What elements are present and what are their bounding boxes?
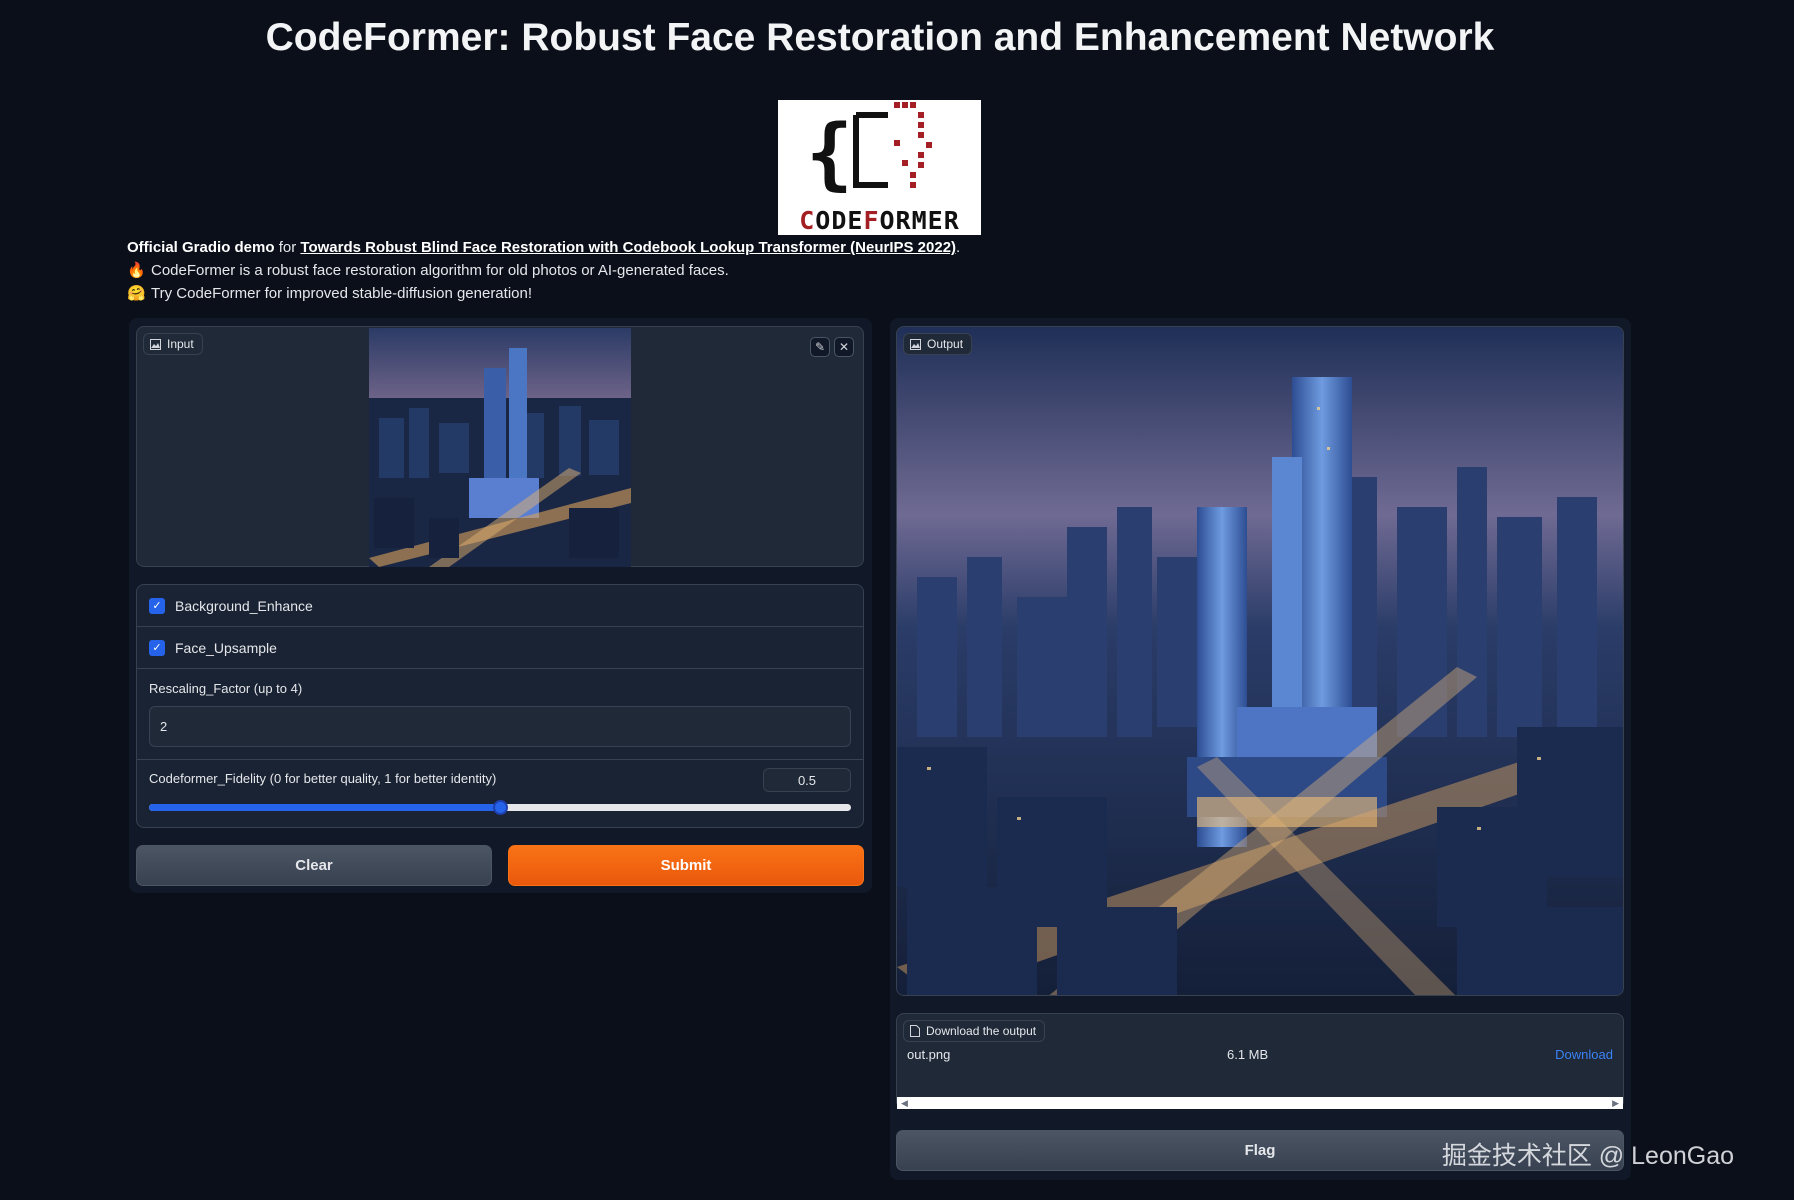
codeformer-logo: { CODEFORMER: [778, 100, 981, 235]
image-icon: [910, 338, 921, 350]
face-upsample-row[interactable]: ✓ Face_Upsample: [137, 627, 863, 669]
download-panel: Download the output out.png 6.1 MB Downl…: [896, 1013, 1624, 1109]
fidelity-slider-thumb[interactable]: [493, 800, 508, 815]
options-panel: ✓ Background_Enhance ✓ Face_Upsample Res…: [136, 584, 864, 828]
download-filesize: 6.1 MB: [1227, 1047, 1269, 1062]
hugging-face-icon: 🤗: [127, 285, 146, 302]
scroll-left-icon[interactable]: ◀: [901, 1098, 908, 1109]
logo-graphic: {: [806, 102, 932, 199]
paper-link[interactable]: Towards Robust Blind Face Restoration wi…: [300, 239, 956, 256]
fidelity-value-input[interactable]: 0.5: [763, 768, 851, 792]
scroll-right-icon[interactable]: ▶: [1612, 1098, 1619, 1109]
rescaling-factor-input[interactable]: 2: [149, 706, 851, 747]
output-label-badge: Output: [903, 333, 973, 355]
edit-icon[interactable]: ✎: [810, 337, 830, 357]
image-icon: [150, 338, 161, 350]
fidelity-label: Codeformer_Fidelity (0 for better qualit…: [149, 771, 497, 786]
description-line-2: 🔥 CodeFormer is a robust face restoration…: [127, 259, 960, 282]
download-filename: out.png: [907, 1047, 951, 1062]
fire-icon: 🔥: [127, 262, 146, 279]
output-image: [897, 327, 1623, 995]
fidelity-slider[interactable]: [149, 800, 851, 815]
download-link[interactable]: Download: [1555, 1047, 1613, 1062]
file-icon: [910, 1025, 920, 1037]
submit-button[interactable]: Submit: [508, 845, 864, 886]
output-image-panel: Output: [896, 326, 1624, 996]
rescaling-factor-label: Rescaling_Factor (up to 4): [149, 681, 303, 696]
svg-text:{: {: [806, 109, 853, 199]
background-enhance-checkbox[interactable]: ✓: [149, 597, 165, 614]
horizontal-scrollbar[interactable]: ◀ ▶: [897, 1097, 1623, 1109]
description-line-3: 🤗 Try CodeFormer for improved stable-diff…: [127, 282, 960, 305]
download-label-badge: Download the output: [903, 1020, 1046, 1042]
input-image: [369, 328, 631, 567]
close-icon[interactable]: ✕: [834, 337, 854, 357]
watermark: 掘金技术社区 @ LeonGao: [1441, 1142, 1734, 1170]
input-column: Input ✎ ✕ ✓ Background_Enhance ✓ Face_Up…: [129, 318, 872, 893]
clear-button[interactable]: Clear: [136, 845, 492, 886]
input-image-panel[interactable]: Input ✎ ✕: [136, 326, 864, 567]
fidelity-slider-fill: [149, 804, 500, 811]
output-column: Output Download the output out.png 6.1 M…: [890, 318, 1631, 1180]
background-enhance-row[interactable]: ✓ Background_Enhance: [137, 585, 863, 627]
logo-text: CODEFORMER: [799, 206, 960, 235]
face-upsample-checkbox[interactable]: ✓: [149, 639, 165, 656]
input-label-badge: Input: [143, 333, 203, 355]
description-line-1: Official Gradio demo for Towards Robust …: [127, 239, 961, 256]
page-title: CodeFormer: Robust Face Restoration and …: [265, 16, 1495, 59]
description: Official Gradio demo for Towards Robust …: [127, 236, 960, 305]
